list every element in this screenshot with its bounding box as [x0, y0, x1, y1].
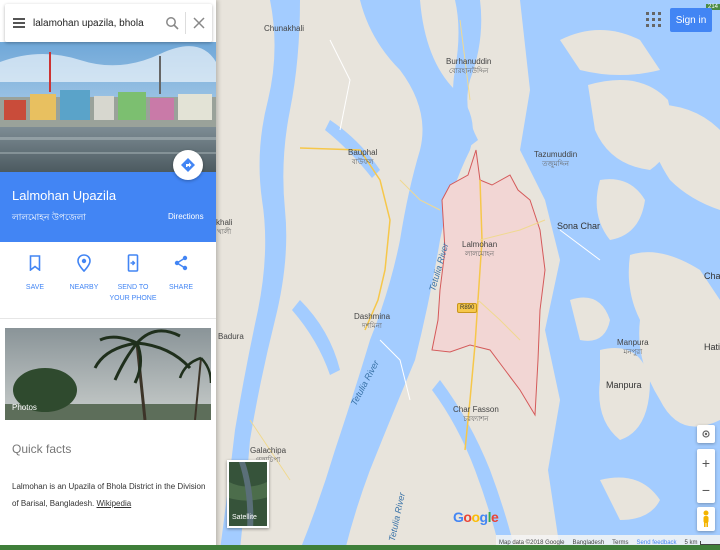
wikipedia-link[interactable]: Wikipedia	[97, 499, 132, 508]
zoom-out-button[interactable]: −	[697, 476, 715, 503]
action-row: SAVE NEARBY SEND TO YOUR PHONE SHARE	[0, 252, 216, 312]
sign-in-button[interactable]: Sign in	[670, 8, 712, 32]
save-label: SAVE	[25, 284, 45, 291]
zoom-controls: + −	[697, 449, 715, 503]
close-icon[interactable]	[186, 4, 212, 42]
photos-label: Photos	[12, 403, 37, 412]
share-label: SHARE	[168, 284, 194, 291]
place-label-tazumuddin-en: Tazumuddin	[534, 150, 578, 159]
place-label-khali-en: khali	[216, 218, 233, 227]
place-label-lalmohan: Lalmohan লালমোহন	[462, 240, 497, 260]
send-to-phone-label: SEND TO YOUR PHONE	[109, 284, 157, 302]
directions-label[interactable]: Directions	[168, 212, 204, 221]
place-header: Lalmohan Upazila লালমোহন উপজেলা	[0, 172, 216, 242]
place-label-manpura-small-bn: মনপুরা	[623, 349, 643, 356]
send-to-phone-button[interactable]: SEND TO YOUR PHONE	[107, 252, 159, 304]
place-subtitle: লালমোহন উপজেলা	[12, 212, 86, 222]
zoom-in-button[interactable]: +	[697, 449, 715, 476]
photos-tile[interactable]: Photos	[5, 328, 211, 420]
place-label-lalmohan-en: Lalmohan	[462, 240, 498, 249]
place-label-dashmina: Dashmina দশমিনা	[354, 312, 390, 332]
place-label-tazumuddin-bn: তজুমদ্দিন	[542, 161, 569, 168]
share-icon	[174, 255, 188, 271]
place-label-manpura-small: Manpura মনপুরা	[617, 338, 649, 358]
satellite-toggle[interactable]: Satellite	[227, 460, 269, 528]
satellite-label: Satellite	[232, 514, 257, 521]
search-box	[5, 4, 212, 42]
nearby-button[interactable]: NEARBY	[59, 252, 109, 293]
place-label-lalmohan-bn: লালমোহন	[465, 251, 495, 258]
place-label-bauphal-bn: বাউফল	[351, 159, 374, 166]
pegman-icon	[703, 510, 709, 527]
scale-line	[699, 540, 720, 545]
apps-icon[interactable]	[644, 10, 664, 30]
place-label-chunakhali: Chunakhali	[264, 24, 305, 33]
nearby-label: NEARBY	[69, 284, 99, 291]
nearby-icon	[77, 254, 91, 272]
place-label-char-fasson-bn: চরফ্যাশন	[463, 416, 489, 423]
place-panel: Lalmohan Upazila লালমোহন উপজেলা Directio…	[0, 0, 216, 550]
google-logo: Google	[453, 509, 499, 525]
share-button[interactable]: SHARE	[156, 252, 206, 293]
zoom-out-icon: −	[701, 481, 711, 498]
street-view-pegman[interactable]	[697, 507, 715, 531]
place-label-badura: Badura	[218, 332, 244, 341]
place-label-manpura: Manpura	[606, 380, 642, 390]
directions-icon	[181, 158, 195, 172]
my-location-icon	[702, 430, 710, 438]
bookmark-icon	[29, 255, 41, 271]
bottom-strip	[0, 545, 720, 550]
place-label-char-fasson: Char Fasson চরফ্যাশন	[453, 405, 499, 425]
place-label-burhanuddin-en: Burhanuddin	[446, 57, 492, 66]
place-label-char: Char	[704, 271, 720, 281]
place-label-sona-char: Sona Char	[557, 221, 601, 231]
place-title: Lalmohan Upazila	[12, 188, 117, 203]
place-label-dashmina-bn: দশমিনা	[362, 323, 382, 330]
place-label-burhanuddin: Burhanuddin বোরহানউদ্দিন	[446, 57, 491, 77]
place-label-burhanuddin-bn: বোরহানউদ্দিন	[449, 68, 489, 75]
place-label-galachipa-en: Galachipa	[250, 446, 287, 455]
place-label-char-fasson-en: Char Fasson	[453, 405, 499, 414]
place-label-tazumuddin: Tazumuddin তজুমদ্দিন	[534, 150, 577, 170]
directions-button[interactable]	[173, 150, 203, 180]
place-label-khali: khali খালী	[216, 218, 232, 238]
zoom-in-icon: +	[701, 454, 711, 471]
save-button[interactable]: SAVE	[10, 252, 60, 293]
place-label-bauphal: Bauphal বাউফল	[348, 148, 377, 168]
send-to-phone-icon	[127, 254, 139, 272]
place-label-manpura-small-en: Manpura	[617, 338, 649, 347]
menu-icon[interactable]	[5, 4, 33, 42]
divider	[0, 318, 216, 319]
search-input[interactable]	[33, 8, 159, 38]
my-location-button[interactable]	[697, 425, 715, 443]
road-badge: R890	[457, 303, 478, 313]
search-icon[interactable]	[159, 4, 185, 42]
place-label-hatiy: Hatiy	[704, 342, 720, 352]
place-label-khali-bn: খালী	[217, 229, 232, 236]
quick-facts-text: Lalmohan is an Upazila of Bhola District…	[12, 478, 208, 512]
quick-facts-title: Quick facts	[12, 442, 72, 456]
place-label-bauphal-en: Bauphal	[348, 148, 378, 157]
place-label-dashmina-en: Dashmina	[354, 312, 391, 321]
